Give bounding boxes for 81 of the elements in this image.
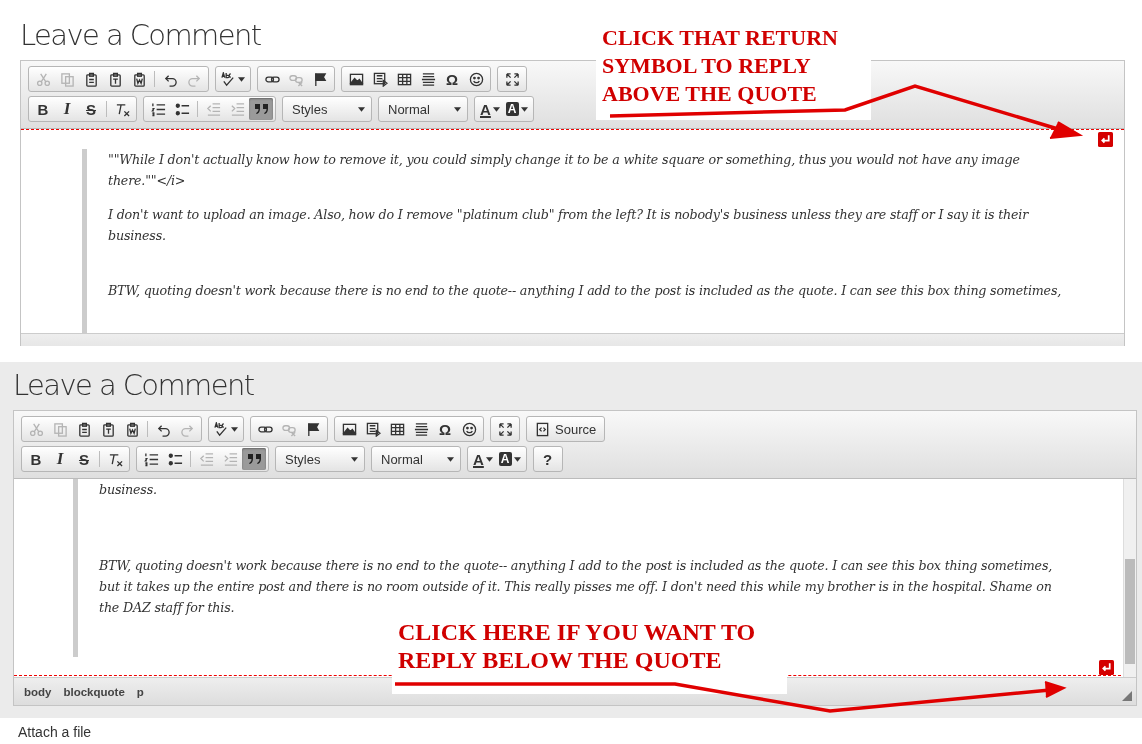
caret-icon [358, 106, 365, 112]
section-heading: Leave a Comment [20, 17, 261, 54]
paste-word-icon [131, 71, 147, 87]
caret-icon [231, 426, 238, 432]
format-dropdown[interactable]: Styles [275, 446, 365, 472]
numbered-list-icon [143, 451, 159, 467]
outdent-icon [205, 101, 221, 117]
toolbar-button[interactable]: S [79, 98, 103, 120]
cut-icon [28, 421, 44, 437]
indent-icon [222, 451, 238, 467]
background-color-button[interactable]: A [495, 448, 524, 470]
toolbar-button[interactable]: Ω [433, 418, 457, 440]
background-color-button[interactable]: A [502, 98, 531, 120]
caret-icon [454, 106, 461, 112]
toolbar-button[interactable] [249, 98, 273, 120]
maximize-icon [504, 71, 520, 87]
enter-key-icon[interactable] [1098, 132, 1113, 147]
cut-icon [35, 71, 51, 87]
smiley-icon [468, 71, 484, 87]
scrollbar[interactable] [1123, 479, 1136, 677]
document-icon [535, 421, 550, 437]
toolbar-button[interactable]: B [24, 448, 48, 470]
caret-icon [485, 456, 493, 462]
element-path-link[interactable]: p [136, 685, 144, 698]
resize-grip-icon[interactable] [1122, 691, 1132, 701]
toolbar-button[interactable]: B [31, 98, 55, 120]
copy-icon [52, 421, 68, 437]
table-icon [389, 421, 405, 437]
smiley-icon [461, 421, 477, 437]
caret-icon [492, 106, 500, 112]
copy-icon [59, 71, 75, 87]
enter-key-icon[interactable] [1099, 660, 1114, 675]
format-dropdown[interactable]: Normal [371, 446, 461, 472]
format-dropdown[interactable]: Normal [378, 96, 468, 122]
toolbar-button[interactable]: Ω [440, 68, 464, 90]
caret-icon [351, 456, 358, 462]
caret-icon [238, 76, 245, 82]
quote-paragraph: BTW, quoting doesn't work because there is no end to the quote-- anything I add to the post is included as the quote. I can see this box thing sometimes, [108, 282, 1063, 300]
section-heading: Leave a Comment [13, 367, 254, 404]
paste-icon [76, 421, 92, 437]
quote-paragraph: I don't want to upload an image. Also, how do I remove "platinum club" from the left? It is nobody's business unless they are staff or I say it is their business. [108, 206, 1030, 245]
caret-icon [447, 456, 454, 462]
image-icon [341, 421, 357, 437]
spellcheck-icon [214, 421, 229, 437]
caret-icon [513, 456, 521, 462]
paste-word-icon [124, 421, 140, 437]
quote-paragraph: BTW, quoting doesn't work because there is no end to the quote-- anything I add to the post is included as the quote. I can see this box thing sometimes, but it takes up the entire post and there is no room outside of it. This really pisses me off. I don't need this while my brother is in the hospital. Shame on the DAZ staff for this. [99, 557, 1054, 617]
quote-paragraph: ""While I don't actually know how to remove it, you could simply change it to be a white square or something, thus you would not have any image there.""</i> [108, 151, 1021, 190]
indent-icon [229, 101, 245, 117]
paste-text-icon [107, 71, 123, 87]
blockquote-icon [254, 104, 268, 114]
toolbar-button[interactable]: ? [535, 448, 560, 470]
maximize-icon [497, 421, 513, 437]
editor-content[interactable] [14, 479, 1136, 677]
bulleted-list-icon [174, 101, 190, 117]
blockquote-icon [247, 454, 261, 464]
attach-file-link[interactable]: Attach a file [18, 724, 92, 740]
bulleted-list-icon [167, 451, 183, 467]
remove-format-icon [114, 101, 130, 117]
remove-format-icon [107, 451, 123, 467]
hr-icon [420, 71, 436, 87]
table-icon [396, 71, 412, 87]
source-button[interactable]: Source [529, 418, 603, 440]
toolbar-button[interactable]: I [48, 448, 72, 470]
spellcheck-icon [221, 71, 236, 87]
paste-icon [83, 71, 99, 87]
quote-paragraph: business. [99, 481, 158, 499]
caret-icon [520, 106, 528, 112]
toolbar-button[interactable]: S [72, 448, 96, 470]
paste-text-icon [100, 421, 116, 437]
text-color-button[interactable]: A [477, 98, 503, 120]
format-dropdown[interactable]: Styles [282, 96, 372, 122]
toolbar-button[interactable]: I [55, 98, 79, 120]
image-icon [348, 71, 364, 87]
text-color-button[interactable]: A [470, 448, 496, 470]
element-path-link[interactable]: body [24, 685, 52, 698]
numbered-list-icon [150, 101, 166, 117]
outdent-icon [198, 451, 214, 467]
hr-icon [413, 421, 429, 437]
toolbar-button[interactable] [242, 448, 266, 470]
element-path-link[interactable]: blockquote [63, 685, 125, 698]
